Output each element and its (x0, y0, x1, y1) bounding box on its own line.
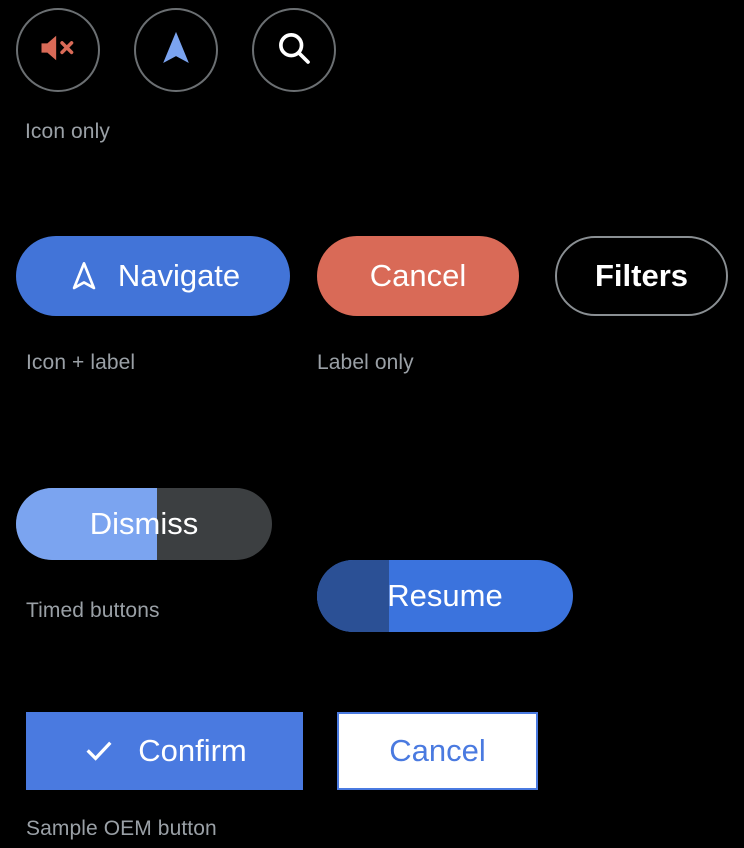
caption-label-only: Label only (317, 351, 414, 374)
search-button[interactable] (252, 8, 336, 92)
dismiss-timed-button[interactable]: Dismiss (16, 488, 272, 560)
confirm-oem-label: Confirm (138, 733, 247, 768)
mute-button[interactable] (16, 8, 100, 92)
cancel-oem-button[interactable]: Cancel (337, 712, 538, 790)
resume-timed-label: Resume (387, 578, 503, 613)
cancel-pill-label: Cancel (369, 258, 467, 293)
cancel-pill[interactable]: Cancel (317, 236, 519, 316)
check-icon (82, 734, 116, 768)
resume-timed-button[interactable]: Resume (317, 560, 573, 632)
navigation-arrow-icon (154, 26, 198, 75)
filters-pill-label: Filters (594, 258, 689, 293)
filters-pill[interactable]: Filters (555, 236, 728, 316)
confirm-oem-button[interactable]: Confirm (26, 712, 303, 790)
navigate-button[interactable] (134, 8, 218, 92)
caption-sample-oem: Sample OEM button (26, 817, 217, 840)
resume-progress-fill (317, 560, 389, 632)
cancel-oem-label: Cancel (389, 733, 486, 768)
navigation-arrow-outline-icon (66, 258, 102, 294)
dismiss-timed-label: Dismiss (89, 506, 199, 541)
caption-timed-buttons: Timed buttons (26, 599, 160, 622)
navigate-pill[interactable]: Navigate (16, 236, 290, 316)
volume-off-icon (36, 26, 80, 75)
caption-icon-label: Icon + label (26, 351, 136, 374)
search-icon (273, 27, 315, 74)
navigate-pill-label: Navigate (117, 258, 241, 293)
caption-icon-only: Icon only (25, 120, 110, 143)
